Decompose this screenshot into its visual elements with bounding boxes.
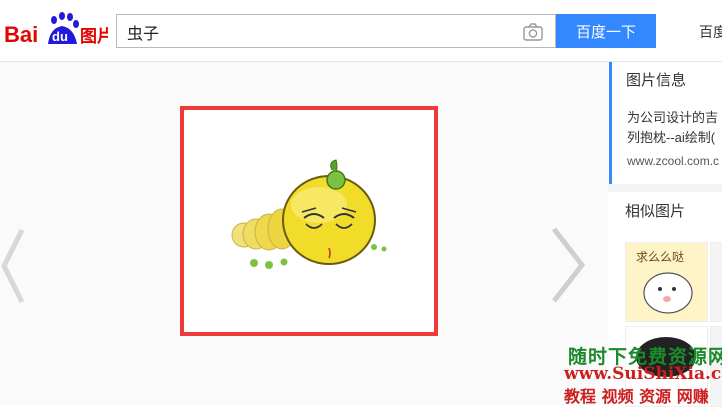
baidu-image-logo[interactable]: Bai du 图片 (4, 10, 114, 50)
image-info-card: 图片信息 为公司设计的吉 列抱枕--ai绘制( www.zcool.com.c (609, 62, 722, 184)
caterpillar-image (231, 159, 387, 269)
image-source-url[interactable]: www.zcool.com.c (627, 154, 719, 168)
logo-bai-text: Bai (4, 22, 38, 47)
camera-icon[interactable] (523, 23, 543, 41)
top-bar: Bai du 图片 百度一下 百度 (0, 0, 722, 62)
logo-tupian-text: 图片 (80, 26, 108, 47)
sidebar-divider (608, 184, 722, 192)
image-info-description[interactable]: 为公司设计的吉 列抱枕--ai绘制( (627, 108, 722, 148)
prev-arrow-icon[interactable] (0, 226, 40, 306)
image-info-title: 图片信息 (626, 72, 687, 89)
search-box (116, 14, 556, 49)
watermark-line3: 教程 视频 资源 网赚 (564, 387, 709, 406)
search-input[interactable] (125, 15, 509, 49)
watermark-overlay: 随时下免费资源网 www.SuiShiXia.com 教程 视频 资源 网赚 (560, 342, 722, 406)
similar-thumb-caption: 求么么哒 (636, 250, 684, 264)
watermark-line2: www.SuiShiXia.com (564, 364, 722, 384)
nav-link-baidu[interactable]: 百度 (699, 22, 722, 42)
similar-images-title: 相似图片 (625, 203, 686, 220)
similar-image-thumb[interactable]: 求么么哒 (625, 242, 708, 322)
similar-image-thumb[interactable] (710, 242, 722, 322)
next-arrow-icon[interactable] (546, 225, 586, 305)
search-button[interactable]: 百度一下 (556, 14, 656, 48)
sheep-cartoon-image: 求么么哒 (626, 243, 707, 321)
main-image[interactable] (180, 106, 438, 336)
logo-du-text: du (52, 29, 68, 44)
